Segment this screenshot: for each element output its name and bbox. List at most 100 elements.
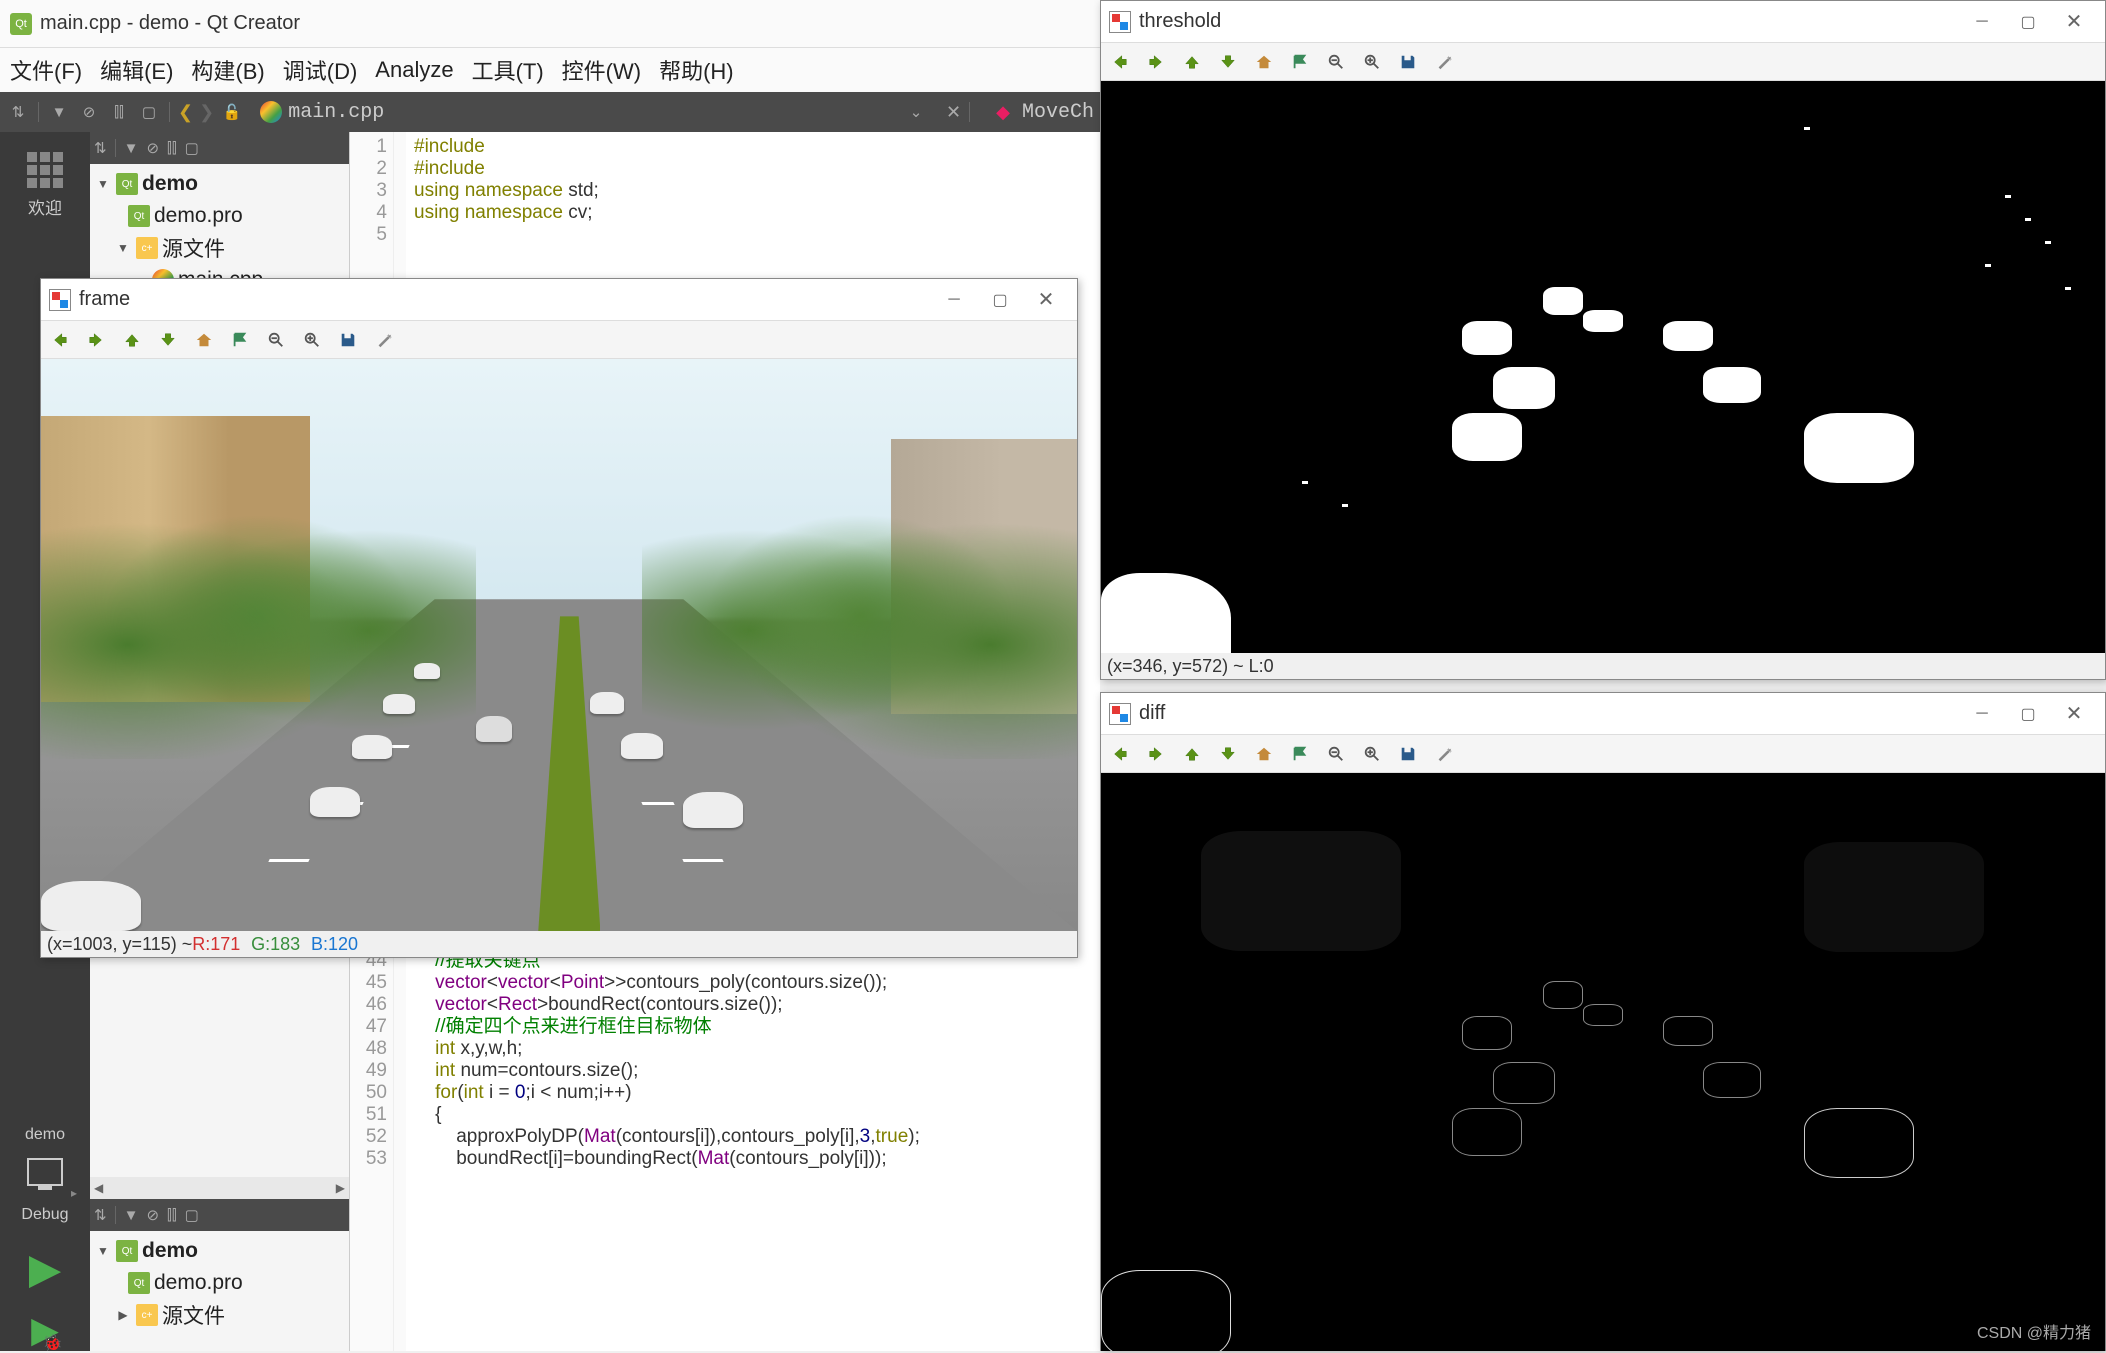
frame-status: (x=1003, y=115) ~ R:171 G:183 B:120 <box>41 931 1077 957</box>
diff-image: CSDN @精力猪 <box>1101 773 2105 1351</box>
diff-titlebar[interactable]: diff ─ ▢ ✕ <box>1101 693 2105 735</box>
arrow-left-icon[interactable] <box>49 329 71 351</box>
save-icon[interactable] <box>1397 51 1419 73</box>
close-tab-icon[interactable]: ✕ <box>946 102 961 123</box>
cv-toolbar <box>1101 43 2105 81</box>
project-root[interactable]: ▼ Qt demo <box>90 168 349 200</box>
menu-widgets[interactable]: 控件(W) <box>562 54 641 86</box>
kit-name[interactable]: demo <box>25 1126 65 1144</box>
zoom-in-icon[interactable] <box>1361 51 1383 73</box>
split-icon[interactable]: ⫿⫿ <box>107 100 131 124</box>
link-icon[interactable]: ⊘ <box>77 100 101 124</box>
arrow-right-icon[interactable] <box>1145 51 1167 73</box>
pro-file-icon: Qt <box>128 1272 150 1294</box>
arrow-down-icon[interactable] <box>1217 743 1239 765</box>
close-button[interactable]: ✕ <box>1023 285 1069 315</box>
split-icon[interactable]: ⫿⫿ <box>167 140 177 157</box>
menu-tools[interactable]: 工具(T) <box>472 54 544 86</box>
filter-icon[interactable]: ▼ <box>124 1207 139 1224</box>
pro-file-2[interactable]: Qt demo.pro <box>90 1267 349 1299</box>
minimize-button[interactable]: ─ <box>1959 7 2005 37</box>
app-icon <box>49 289 71 311</box>
expand-icon[interactable]: ▢ <box>185 139 199 157</box>
arrow-down-icon[interactable] <box>157 329 179 351</box>
home-icon[interactable] <box>1253 51 1275 73</box>
home-icon[interactable] <box>193 329 215 351</box>
arrow-left-icon[interactable] <box>1109 743 1131 765</box>
arrow-right-icon[interactable] <box>85 329 107 351</box>
close-button[interactable]: ✕ <box>2051 699 2097 729</box>
arrow-left-icon[interactable] <box>1109 51 1131 73</box>
sort-icon[interactable]: ⇅ <box>6 100 30 124</box>
zoom-out-icon[interactable] <box>265 329 287 351</box>
wand-icon[interactable] <box>373 329 395 351</box>
nav-forward-icon[interactable]: ❯ <box>199 102 214 123</box>
frame-titlebar[interactable]: frame ─ ▢ ✕ <box>41 279 1077 321</box>
expand-icon[interactable]: ▢ <box>185 1206 199 1224</box>
menu-build[interactable]: 构建(B) <box>191 54 264 86</box>
arrow-up-icon[interactable] <box>1181 743 1203 765</box>
minimize-button[interactable]: ─ <box>931 285 977 315</box>
menu-file[interactable]: 文件(F) <box>10 54 82 86</box>
welcome-mode-icon[interactable] <box>27 152 63 188</box>
link-icon[interactable]: ⊘ <box>146 139 159 157</box>
zoom-in-icon[interactable] <box>1361 743 1383 765</box>
arrow-down-icon[interactable] <box>1217 51 1239 73</box>
marker-icon: ◆ <box>996 102 1010 123</box>
wand-icon[interactable] <box>1433 743 1455 765</box>
debug-run-button[interactable]: ▶ 🐞 <box>31 1309 59 1351</box>
arrow-up-icon[interactable] <box>1181 51 1203 73</box>
wand-icon[interactable] <box>1433 51 1455 73</box>
threshold-titlebar[interactable]: threshold ─ ▢ ✕ <box>1101 1 2105 43</box>
menu-edit[interactable]: 编辑(E) <box>100 54 173 86</box>
symbol-name[interactable]: MoveCh <box>1022 101 1094 124</box>
maximize-button[interactable]: ▢ <box>977 285 1023 315</box>
nav-back-icon[interactable]: ❮ <box>178 102 193 123</box>
menu-debug[interactable]: 调试(D) <box>283 54 358 86</box>
dropdown-icon[interactable]: ⌄ <box>904 100 928 124</box>
arrow-right-icon[interactable] <box>1145 743 1167 765</box>
maximize-button[interactable]: ▢ <box>2005 7 2051 37</box>
target-selector-icon[interactable] <box>27 1158 63 1186</box>
app-icon <box>1109 11 1131 33</box>
arrow-up-icon[interactable] <box>121 329 143 351</box>
save-icon[interactable] <box>337 329 359 351</box>
sources-folder[interactable]: ▼ c+ 源文件 <box>90 232 349 264</box>
flag-icon[interactable] <box>1289 51 1311 73</box>
open-file-tab[interactable]: main.cpp <box>288 101 384 124</box>
zoom-out-icon[interactable] <box>1325 51 1347 73</box>
chevron-right-icon: ▸ <box>71 1186 77 1200</box>
save-icon[interactable] <box>1397 743 1419 765</box>
link-icon[interactable]: ⊘ <box>146 1206 159 1224</box>
filter-icon[interactable]: ▼ <box>47 100 71 124</box>
menu-help[interactable]: 帮助(H) <box>659 54 734 86</box>
lock-icon[interactable]: 🔓 <box>220 100 244 124</box>
sort-icon[interactable]: ⇅ <box>94 139 107 157</box>
run-button[interactable]: ▶ <box>29 1244 61 1293</box>
close-button[interactable]: ✕ <box>2051 7 2097 37</box>
split-icon[interactable]: ⫿⫿ <box>167 1207 177 1224</box>
bug-icon: 🐞 <box>43 1333 63 1353</box>
project-root-2[interactable]: ▼ Qt demo <box>90 1235 349 1267</box>
flag-icon[interactable] <box>1289 743 1311 765</box>
qtcreator-app-icon: Qt <box>10 13 32 35</box>
filter-icon[interactable]: ▼ <box>124 140 139 157</box>
window-title: threshold <box>1139 10 1959 33</box>
qt-project-icon: Qt <box>116 1240 138 1262</box>
open-docs-tree[interactable]: ▼ Qt demo Qt demo.pro ▶ c+ 源文件 <box>90 1231 349 1351</box>
menu-analyze[interactable]: Analyze <box>375 57 453 83</box>
home-icon[interactable] <box>1253 743 1275 765</box>
sources-folder-2[interactable]: ▶ c+ 源文件 <box>90 1299 349 1331</box>
zoom-in-icon[interactable] <box>301 329 323 351</box>
flag-icon[interactable] <box>229 329 251 351</box>
tree-scrollbar[interactable]: ◀▶ <box>90 1177 349 1199</box>
expand-icon[interactable]: ▢ <box>137 100 161 124</box>
menubar[interactable]: 文件(F) 编辑(E) 构建(B) 调试(D) Analyze 工具(T) 控件… <box>0 48 1100 92</box>
sort-icon[interactable]: ⇅ <box>94 1206 107 1224</box>
pro-file-icon: Qt <box>128 205 150 227</box>
maximize-button[interactable]: ▢ <box>2005 699 2051 729</box>
build-config[interactable]: Debug <box>21 1206 68 1224</box>
zoom-out-icon[interactable] <box>1325 743 1347 765</box>
pro-file[interactable]: Qt demo.pro <box>90 200 349 232</box>
minimize-button[interactable]: ─ <box>1959 699 2005 729</box>
